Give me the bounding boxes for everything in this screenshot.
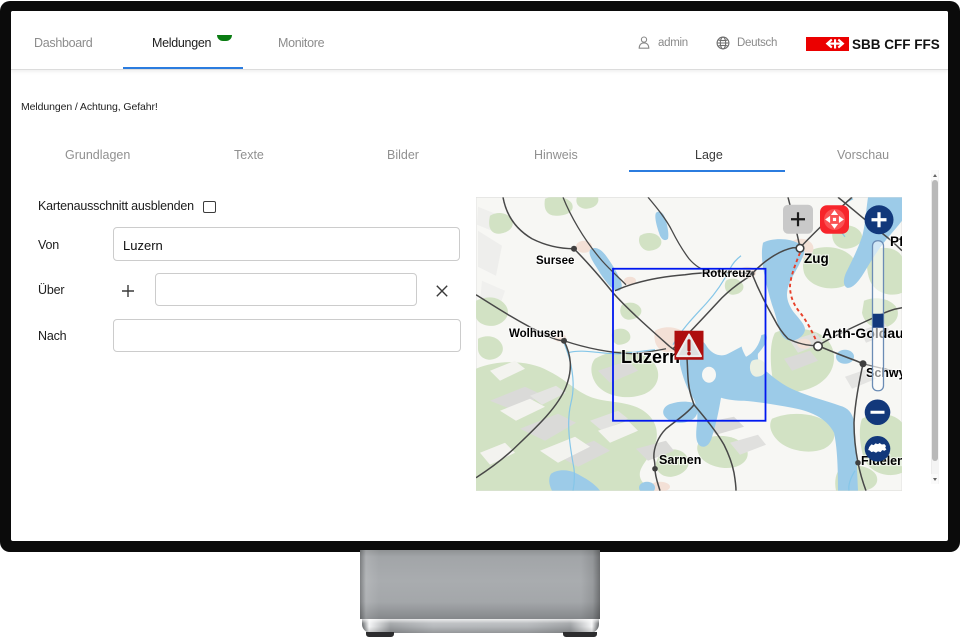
svg-text:Arth-Goldau: Arth-Goldau <box>822 324 902 340</box>
svg-text:Luzern: Luzern <box>621 346 680 366</box>
svg-text:Pf: Pf <box>890 233 902 248</box>
svg-text:Zug: Zug <box>804 250 829 265</box>
svg-text:Sursee: Sursee <box>536 254 574 266</box>
svg-text:Wolhusen: Wolhusen <box>509 327 564 339</box>
svg-text:Sarnen: Sarnen <box>659 452 701 466</box>
